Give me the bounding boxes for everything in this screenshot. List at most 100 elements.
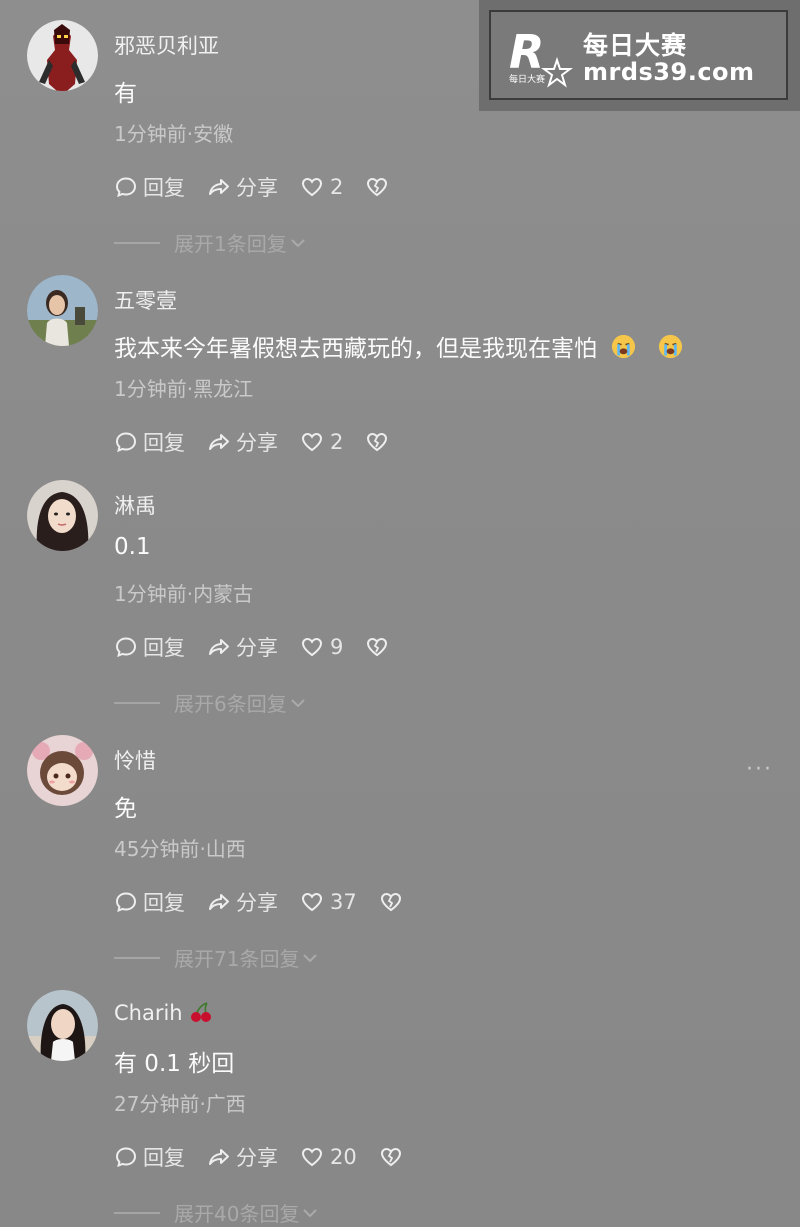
expand-replies-button[interactable]: 展开71条回复 [114, 943, 319, 972]
like-button[interactable]: 9 [300, 635, 343, 659]
logo-subtext: 每日大赛 [509, 73, 545, 85]
share-arrow-icon [209, 434, 229, 450]
comment-actions: 回复 分享 20 [114, 1142, 430, 1172]
comment-text: 有 [114, 81, 137, 107]
broken-heart-icon [380, 892, 401, 912]
username[interactable]: 怜惜 [114, 745, 156, 775]
like-count: 9 [330, 635, 344, 659]
reply-label: 回复 [143, 1146, 185, 1170]
comment-bubble-icon [115, 177, 137, 198]
comment-bubble-icon [115, 637, 137, 658]
divider [114, 956, 160, 959]
watermark-box: R 每日大赛 每日大赛 mrds39.com [489, 10, 788, 100]
expand-replies-label: 展开71条回复 [174, 947, 300, 971]
crying-emoji-icon [612, 334, 636, 359]
reply-label: 回复 [143, 636, 185, 660]
share-button[interactable]: 分享 [207, 887, 278, 917]
time-location: 27分钟前·广西 [114, 1092, 246, 1116]
time-location: 1分钟前·安徽 [114, 122, 234, 146]
reply-label: 回复 [143, 891, 185, 915]
heart-icon [301, 637, 323, 657]
more-options-button[interactable]: ··· [746, 757, 773, 782]
share-arrow-icon [209, 639, 229, 655]
share-arrow-icon [209, 894, 229, 910]
heart-icon [301, 892, 323, 912]
avatar[interactable] [27, 735, 98, 806]
avatar[interactable] [27, 275, 98, 346]
share-button[interactable]: 分享 [207, 172, 278, 202]
share-button[interactable]: 分享 [207, 632, 278, 662]
broken-heart-icon [367, 432, 388, 452]
comment-actions: 回复 分享 37 [114, 887, 430, 917]
comment-text: 免 [114, 796, 137, 822]
like-button[interactable]: 37 [300, 890, 357, 914]
heart-icon [301, 432, 323, 452]
dislike-button[interactable] [365, 430, 394, 454]
dislike-button[interactable] [365, 635, 394, 659]
reply-button[interactable]: 回复 [114, 427, 185, 457]
site-logo: R 每日大赛 [509, 25, 573, 88]
chevron-down-icon [303, 1208, 318, 1217]
dislike-button[interactable] [379, 1145, 408, 1169]
share-label: 分享 [236, 891, 278, 915]
watermark-banner: R 每日大赛 每日大赛 mrds39.com [479, 0, 800, 111]
watermark-url: mrds39.com [583, 58, 755, 86]
expand-replies-button[interactable]: 展开1条回复 [114, 228, 307, 257]
time-location: 1分钟前·黑龙江 [114, 377, 254, 401]
chevron-down-icon [291, 238, 305, 247]
username[interactable]: 淋禹 [114, 490, 156, 520]
comment-bubble-icon [115, 432, 137, 453]
comment-text-content: 我本来今年暑假想去西藏玩的，但是我现在害怕 [114, 336, 597, 362]
avatar[interactable] [27, 480, 98, 551]
comment-bubble-icon [115, 892, 137, 913]
username[interactable]: Charih [114, 1000, 213, 1025]
comment-text: 有 0.1 秒回 [114, 1051, 235, 1077]
divider [114, 241, 160, 244]
comment-actions: 回复 分享 2 [114, 427, 416, 457]
chevron-down-icon [303, 953, 318, 962]
share-label: 分享 [236, 176, 278, 200]
expand-replies-label: 展开40条回复 [174, 1202, 300, 1226]
watermark-title: 每日大赛 [583, 31, 688, 60]
username[interactable]: 邪恶贝利亚 [114, 30, 219, 60]
avatar[interactable] [27, 20, 98, 91]
reply-label: 回复 [143, 176, 185, 200]
comment-text: 0.1 [114, 534, 151, 560]
reply-button[interactable]: 回复 [114, 172, 185, 202]
crying-emoji-icon [658, 334, 682, 359]
cherry-emoji-icon [191, 1002, 212, 1022]
like-button[interactable]: 2 [300, 430, 343, 454]
like-button[interactable]: 2 [300, 175, 343, 199]
comment-actions: 回复 分享 9 [114, 632, 416, 662]
heart-icon [301, 1147, 323, 1167]
like-count: 2 [330, 430, 344, 454]
expand-replies-label: 展开1条回复 [174, 232, 287, 256]
broken-heart-icon [380, 1147, 401, 1167]
share-button[interactable]: 分享 [207, 427, 278, 457]
like-button[interactable]: 20 [300, 1145, 357, 1169]
logo-letter: R [509, 25, 544, 79]
comment-text: 我本来今年暑假想去西藏玩的，但是我现在害怕 [114, 329, 684, 363]
reply-button[interactable]: 回复 [114, 1142, 185, 1172]
like-count: 20 [330, 1145, 357, 1169]
reply-button[interactable]: 回复 [114, 632, 185, 662]
reply-button[interactable]: 回复 [114, 887, 185, 917]
share-label: 分享 [236, 636, 278, 660]
comment-actions: 回复 分享 2 [114, 172, 416, 202]
like-count: 37 [330, 890, 357, 914]
dislike-button[interactable] [365, 175, 394, 199]
chevron-down-icon [291, 698, 305, 707]
like-count: 2 [330, 175, 344, 199]
share-label: 分享 [236, 431, 278, 455]
reply-label: 回复 [143, 431, 185, 455]
broken-heart-icon [367, 177, 388, 197]
share-button[interactable]: 分享 [207, 1142, 278, 1172]
avatar[interactable] [27, 990, 98, 1061]
expand-replies-button[interactable]: 展开6条回复 [114, 688, 307, 717]
expand-replies-label: 展开6条回复 [174, 692, 287, 716]
heart-icon [301, 177, 323, 197]
dislike-button[interactable] [379, 890, 408, 914]
expand-replies-button[interactable]: 展开40条回复 [114, 1198, 319, 1227]
username[interactable]: 五零壹 [114, 285, 177, 315]
divider [114, 1211, 160, 1214]
